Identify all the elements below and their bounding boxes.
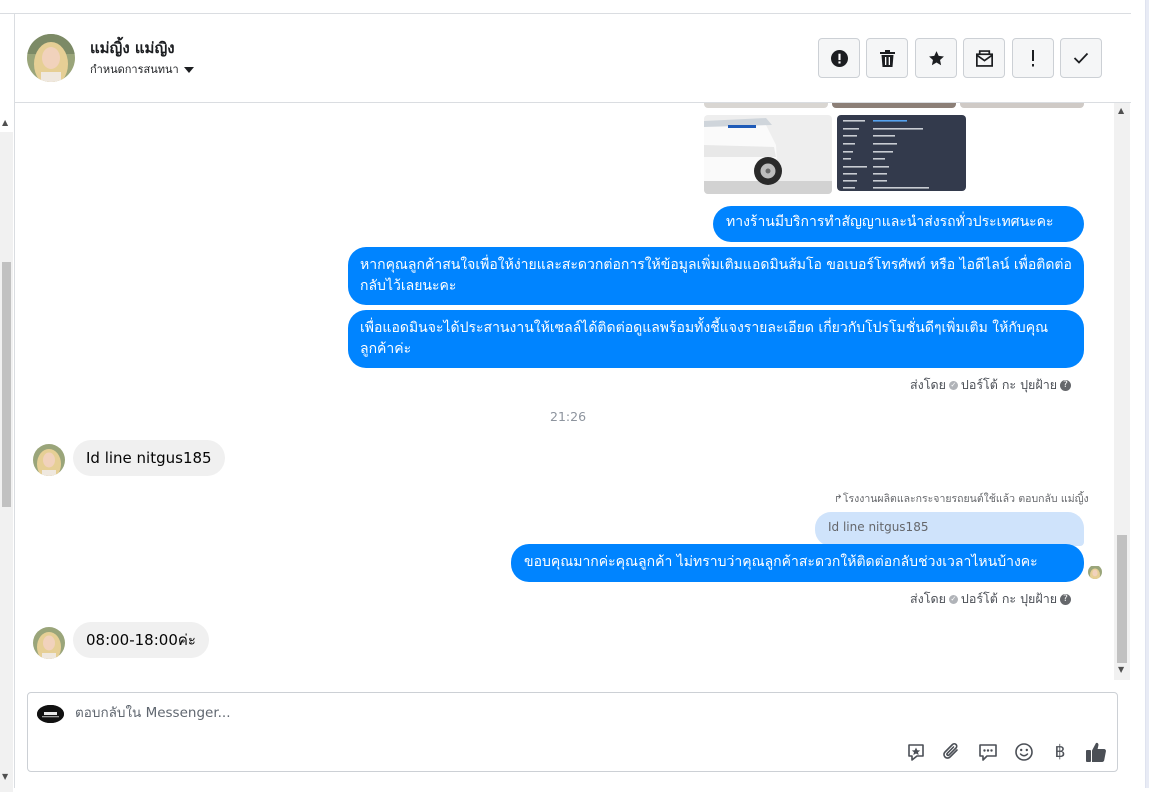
- outgoing-message[interactable]: หากคุณลูกค้าสนใจเพื่อให้ง่ายและสะดวกต่อก…: [348, 247, 1084, 305]
- page-logo: [37, 705, 64, 723]
- outgoing-message[interactable]: ขอบคุณมากค่ะคุณลูกค้า ไม่ทราบว่าคุณลูกค้…: [511, 544, 1084, 582]
- reply-arrow-icon: ↱: [834, 493, 843, 505]
- mark-done-button[interactable]: [1060, 38, 1102, 78]
- message-thread: ทางร้านมีบริการทำสัญญาและนำส่งรถทั่วประเ…: [15, 103, 1114, 680]
- message-timestamp: 21:26: [550, 409, 587, 424]
- left-scrollbar[interactable]: [0, 132, 13, 792]
- incoming-message[interactable]: Id line nitgus185: [73, 440, 225, 476]
- scroll-up-arrow-icon[interactable]: ▲: [2, 118, 8, 127]
- attachment-icon[interactable]: [941, 741, 963, 763]
- seen-avatar: [1088, 565, 1102, 579]
- van-photo-image[interactable]: [704, 115, 832, 194]
- trash-icon: [879, 49, 895, 67]
- delete-button[interactable]: [866, 38, 908, 78]
- help-icon[interactable]: ?: [1060, 380, 1072, 391]
- thread-scrollbar[interactable]: ▲ ▼: [1114, 103, 1130, 680]
- mark-important-button[interactable]: [1012, 38, 1054, 78]
- help-icon[interactable]: ?: [1060, 594, 1072, 605]
- outgoing-message[interactable]: เพื่อแอดมินจะได้ประสานงานให้เซลล์ได้ติดต…: [348, 310, 1084, 368]
- exclamation-icon: [1032, 49, 1034, 66]
- scroll-down-arrow-icon[interactable]: ▼: [1118, 665, 1124, 674]
- sender-avatar[interactable]: [33, 627, 65, 659]
- reply-note-text: โรงงานผลิตและกระจายรถยนต์ใช้แล้ว ตอบกลับ…: [842, 493, 1089, 505]
- conversation-menu-label: กำหนดการสนทนา: [90, 63, 179, 76]
- contact-name[interactable]: แม่ญิ้ง แม่ญิง: [90, 36, 175, 60]
- star-button[interactable]: [915, 38, 957, 78]
- star-icon: [928, 50, 944, 65]
- outgoing-message[interactable]: ทางร้านมีบริการทำสัญญาและนำส่งรถทั่วประเ…: [713, 206, 1084, 242]
- sent-by-info: ส่งโดย ✓ ปอร์โต้ กะ ปุยฝ้าย?: [910, 375, 1072, 395]
- spec-sheet-image[interactable]: [837, 115, 966, 191]
- quoted-message[interactable]: Id line nitgus185: [815, 512, 1084, 546]
- sent-by-name[interactable]: ปอร์โต้ กะ ปุยฝ้าย: [961, 591, 1057, 606]
- envelope-icon: [975, 49, 993, 67]
- sent-by-info: ส่งโดย ✓ ปอร์โต้ กะ ปุยฝ้าย?: [910, 589, 1072, 609]
- caret-down-icon: [183, 67, 194, 73]
- alert-circle-icon: [830, 49, 848, 67]
- mark-unread-button[interactable]: [963, 38, 1005, 78]
- reply-input[interactable]: [75, 705, 775, 721]
- scroll-down-arrow-icon[interactable]: ▼: [2, 772, 8, 781]
- incoming-message[interactable]: 08:00-18:00ค่ะ: [73, 622, 209, 658]
- attached-image[interactable]: [832, 103, 956, 108]
- sent-by-label: ส่งโดย: [910, 591, 946, 606]
- thread-scrollbar-thumb[interactable]: [1117, 535, 1127, 663]
- saved-reply-icon[interactable]: [977, 741, 999, 763]
- emoji-icon[interactable]: [1013, 741, 1035, 763]
- attached-image[interactable]: [704, 103, 828, 108]
- sticker-icon[interactable]: [905, 741, 927, 763]
- left-panel-edge: ▲ ▼: [0, 14, 15, 792]
- like-icon[interactable]: [1085, 741, 1107, 763]
- sent-by-label: ส่งโดย: [910, 377, 946, 392]
- right-panel-edge: [1131, 0, 1149, 788]
- left-scrollbar-thumb[interactable]: [2, 262, 11, 507]
- reply-note: ↱โรงงานผลิตและกระจายรถยนต์ใช้แล้ว ตอบกลั…: [834, 490, 1089, 507]
- payment-icon[interactable]: ฿: [1049, 741, 1071, 763]
- top-bar: [0, 0, 1131, 14]
- sent-by-name[interactable]: ปอร์โต้ กะ ปุยฝ้าย: [961, 377, 1057, 392]
- message-composer: ฿: [27, 692, 1118, 772]
- verified-check-icon: ✓: [948, 381, 958, 390]
- verified-check-icon: ✓: [948, 595, 958, 604]
- sender-avatar[interactable]: [33, 444, 65, 476]
- scroll-up-arrow-icon[interactable]: ▲: [1118, 106, 1124, 115]
- conversation-header: แม่ญิ้ง แม่ญิง กำหนดการสนทนา: [15, 14, 1131, 103]
- check-icon: [1073, 52, 1089, 64]
- mark-spam-button[interactable]: [818, 38, 860, 78]
- contact-avatar[interactable]: [27, 34, 75, 82]
- conversation-menu[interactable]: กำหนดการสนทนา: [90, 60, 194, 78]
- attached-image[interactable]: [960, 103, 1084, 108]
